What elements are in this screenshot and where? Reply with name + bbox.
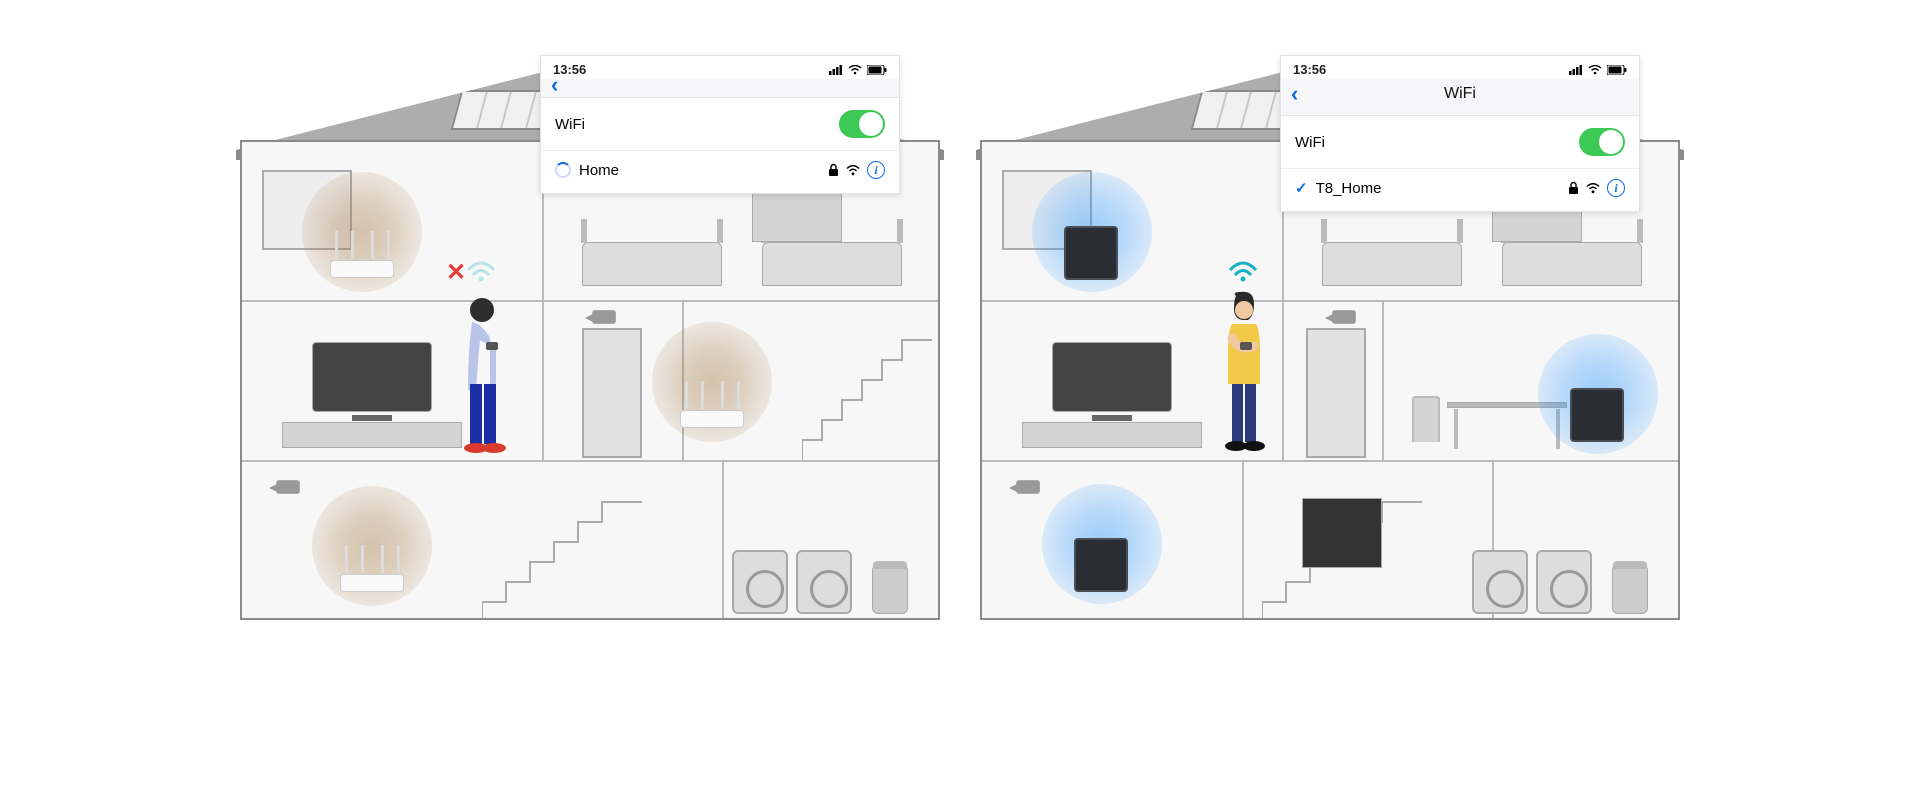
router-icon (680, 410, 744, 428)
connected-check-icon: ✓ (1295, 179, 1308, 197)
x-mark-icon: ✕ (446, 258, 466, 287)
info-icon[interactable]: i (1607, 179, 1625, 197)
mesh-node-icon (1570, 388, 1624, 442)
mesh-node-icon (1074, 538, 1128, 592)
wifi-icon (848, 65, 862, 75)
house-mesh: 13:56 ‹ WiFi WiFi ✓ T8_Home (980, 60, 1680, 620)
nav-title: WiFi (1444, 85, 1476, 103)
mesh-node-icon (1064, 226, 1118, 280)
phone-wifi-panel-left: 13:56 ‹ WiFi Home (540, 55, 900, 194)
status-icons (1569, 62, 1627, 77)
cellular-icon (829, 65, 843, 75)
wifi-signal-icon (846, 165, 860, 176)
wifi-signal-icon (1586, 183, 1600, 194)
person-good-signal (1214, 290, 1274, 460)
loading-spinner-icon (555, 162, 571, 178)
info-icon[interactable]: i (867, 161, 885, 179)
network-row[interactable]: ✓ T8_Home i (1281, 169, 1639, 211)
back-button[interactable]: ‹ (1291, 81, 1298, 107)
wifi-toggle[interactable] (839, 110, 885, 138)
status-icons (829, 62, 887, 77)
status-bar: 13:56 (541, 56, 899, 79)
status-bar: 13:56 (1281, 56, 1639, 79)
person-bad-signal: ✕ (452, 290, 512, 460)
wifi-strong-icon (1228, 260, 1258, 282)
wifi-label: WiFi (1295, 134, 1325, 151)
router-icon (330, 260, 394, 278)
lock-icon (1568, 181, 1579, 195)
wifi-toggle-row: WiFi (541, 98, 899, 151)
network-name: Home (579, 162, 619, 179)
wifi-label: WiFi (555, 116, 585, 133)
phone-wifi-panel-right: 13:56 ‹ WiFi WiFi ✓ T8_Home (1280, 55, 1640, 212)
lock-icon (828, 163, 839, 177)
network-row[interactable]: Home i (541, 151, 899, 193)
nav-bar: ‹ WiFi (1281, 79, 1639, 116)
wifi-weak-icon (466, 260, 496, 282)
status-time: 13:56 (1293, 62, 1326, 77)
wifi-icon (1588, 65, 1602, 75)
wifi-toggle-row: WiFi (1281, 116, 1639, 169)
battery-icon (1607, 65, 1627, 75)
house-old-router: ✕ 13:56 (240, 60, 940, 620)
wifi-toggle[interactable] (1579, 128, 1625, 156)
network-name: T8_Home (1316, 180, 1382, 197)
cellular-icon (1569, 65, 1583, 75)
back-button[interactable]: ‹ (551, 72, 558, 98)
battery-icon (867, 65, 887, 75)
nav-bar: ‹ (541, 79, 899, 98)
router-icon (340, 574, 404, 592)
wifi-comparison-diagram: ✕ 13:56 (80, 60, 1840, 620)
